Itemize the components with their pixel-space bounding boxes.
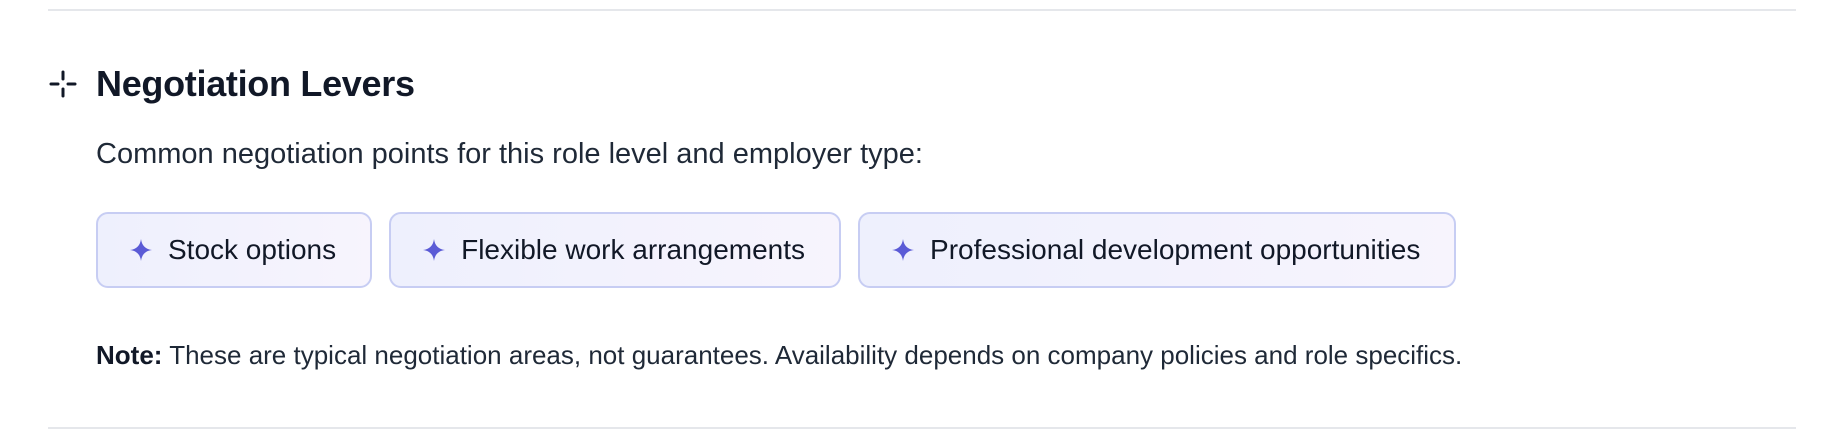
sparkle-icon [423,239,446,261]
section-title: Negotiation Levers [96,63,415,104]
section-header: Negotiation Levers [48,60,415,108]
negotiation-levers-icon [48,69,78,99]
top-divider [48,9,1796,11]
lever-chip-label: Flexible work arrangements [461,234,806,265]
section-description: Common negotiation points for this role … [96,138,923,170]
bottom-divider [48,427,1796,429]
lever-chip-professional-development[interactable]: Professional development opportunities [858,212,1457,288]
lever-chip-list: Stock options Flexible work arrangements… [96,212,1457,288]
sparkle-icon [130,239,152,261]
negotiation-levers-section: Negotiation Levers Common negotiation po… [0,0,1840,438]
note-label: Note: [96,340,163,370]
lever-chip-flexible-work[interactable]: Flexible work arrangements [389,212,842,288]
sparkle-icon [892,239,915,261]
lever-chip-label: Professional development opportunities [930,234,1421,265]
disclaimer-note: Note: These are typical negotiation area… [96,340,1462,371]
lever-chip-stock-options[interactable]: Stock options [96,212,373,288]
lever-chip-label: Stock options [168,234,337,265]
note-text: These are typical negotiation areas, not… [169,340,1463,370]
